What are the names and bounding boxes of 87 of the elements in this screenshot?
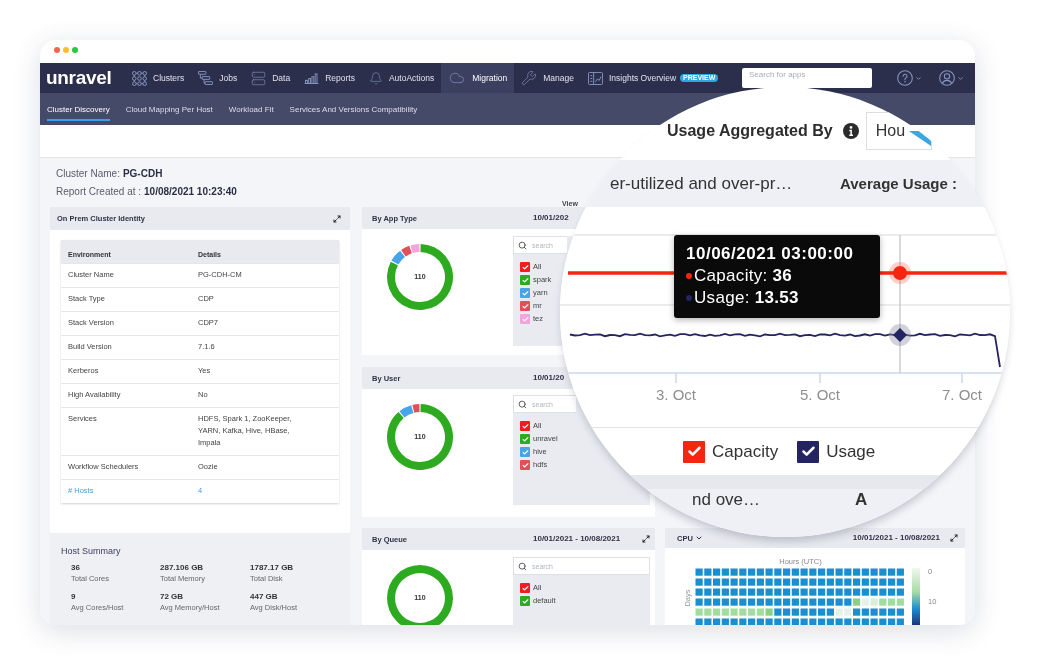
stat-value: 1787.17 GB: [250, 562, 294, 573]
cluster-name-value: PG-CDH: [122, 167, 163, 181]
date-range: 10/01/2021 - 10/08/2021: [533, 534, 621, 544]
chevron-down-icon: [694, 534, 703, 542]
help-menu-button[interactable]: [897, 70, 922, 86]
nav-tab[interactable]: Manage: [514, 70, 581, 86]
checkbox[interactable]: [520, 262, 530, 272]
date-range: 10/01/20: [533, 373, 565, 383]
panel-title: nd ove…: [692, 491, 761, 509]
date-range: 10/01/2021 - 10/08/2021: [852, 533, 940, 543]
sub-nav-tab[interactable]: Cluster Discovery: [47, 93, 110, 121]
checkbox[interactable]: [520, 421, 530, 431]
search-icon: [518, 399, 527, 409]
stat-value: 287.106 GB: [160, 562, 204, 573]
zoom-button[interactable]: [72, 47, 78, 53]
checkbox[interactable]: [520, 288, 530, 298]
stat-value: 36: [71, 562, 80, 573]
info-icon[interactable]: [842, 123, 859, 139]
sub-nav-tab[interactable]: Services And Versions Compatibility: [289, 93, 418, 121]
axis-label: 5. Oct: [800, 386, 840, 404]
checkbox[interactable]: [520, 447, 530, 457]
report-created-value: 10/08/2021 10:23:40: [144, 185, 237, 199]
axis-label: 3. Oct: [656, 386, 696, 404]
stat-value: 72 GB: [160, 591, 184, 602]
tooltip-value: 13.53: [754, 287, 799, 309]
search-icon: [518, 240, 527, 250]
checkbox[interactable]: [520, 596, 530, 606]
legend-label: Capacity: [712, 441, 779, 462]
chevron-down-icon: [957, 74, 964, 82]
checkbox[interactable]: [520, 583, 530, 593]
user-icon: [939, 70, 955, 86]
legend-label: Usage: [826, 441, 876, 462]
checkbox[interactable]: [683, 440, 705, 463]
report-created-label: Report Created at :: [56, 185, 142, 199]
sub-nav-tab[interactable]: Workload Fit: [228, 93, 274, 121]
bell-icon: [368, 70, 383, 86]
tooltip-label: Capacity:: [694, 265, 768, 287]
bar-chart-icon: [304, 72, 320, 84]
checkbox[interactable]: [520, 460, 530, 470]
section-title: Host Summary: [61, 545, 121, 557]
search-field[interactable]: Search for apps: [742, 68, 872, 88]
nav-tab[interactable]: Data: [244, 70, 298, 86]
donut-slice: [387, 565, 453, 625]
dashboard-icon: [587, 71, 603, 85]
check-icon: [686, 444, 702, 459]
wrench-icon: [521, 70, 538, 86]
nav-tab[interactable]: Migration: [441, 63, 515, 93]
server-icon: [251, 70, 267, 86]
triangle-icon: [908, 131, 931, 146]
date-range: 10/01/202: [533, 213, 569, 223]
checkbox[interactable]: [797, 440, 820, 463]
average-usage-label: A: [855, 491, 868, 509]
expand-icon[interactable]: [950, 534, 958, 542]
nav-tab[interactable]: Jobs: [191, 70, 245, 86]
check-icon: [800, 444, 816, 459]
expand-icon[interactable]: [333, 214, 341, 223]
user-menu-button[interactable]: [939, 70, 964, 86]
average-usage-label: Average Usage :: [840, 174, 957, 193]
sub-nav-tab[interactable]: Cloud Mapping Per Host: [125, 93, 213, 121]
help-icon: [897, 70, 913, 86]
checkbox[interactable]: [520, 314, 530, 324]
stat-value: 9: [71, 591, 76, 602]
stat-value: 447 GB: [250, 591, 278, 602]
usage-marker: [889, 324, 911, 346]
color-scale-bar: [912, 568, 920, 625]
tooltip-title: 10/06/2021 03:00:00: [686, 243, 854, 265]
chart-subtitle: er-utilized and over-pr…: [610, 174, 793, 193]
nav-tab[interactable]: Clusters: [125, 70, 192, 86]
close-button[interactable]: [54, 47, 60, 53]
nav-tab[interactable]: Reports: [297, 70, 362, 86]
chevron-down-icon: [915, 74, 922, 82]
cluster-name-label: Cluster Name:: [56, 167, 120, 181]
checkbox[interactable]: [520, 301, 530, 311]
logo[interactable]: unravel: [46, 67, 112, 89]
nav-tab[interactable]: AutoActions: [361, 70, 442, 86]
search-icon: [518, 561, 527, 571]
cloud-icon: [448, 70, 467, 86]
nodes-icon: [132, 70, 147, 86]
checkbox[interactable]: [520, 275, 530, 285]
capacity-marker: [889, 262, 911, 284]
tooltip-label: Usage:: [694, 287, 750, 309]
tooltip-value: 36: [772, 265, 793, 287]
axis-label: 7. Oct: [942, 386, 982, 404]
checkbox[interactable]: [520, 434, 530, 444]
hierarchy-icon: [198, 71, 214, 85]
expand-icon[interactable]: [642, 535, 650, 543]
aggregation-label: Usage Aggregated By: [667, 123, 833, 139]
